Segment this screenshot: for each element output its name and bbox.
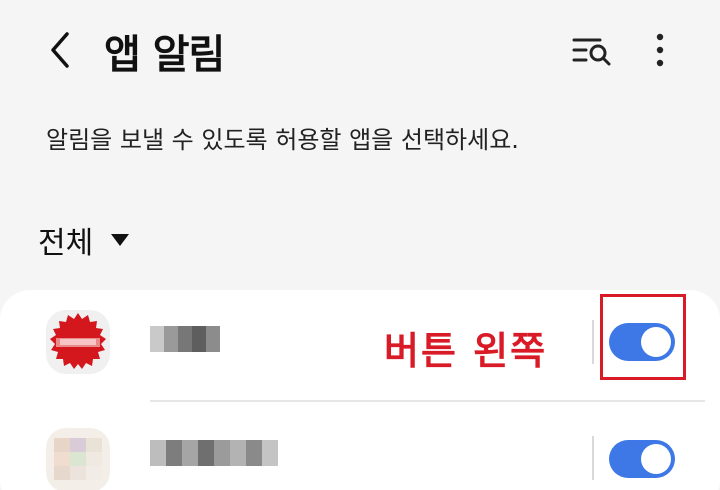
page-title: 앱 알림 <box>104 32 225 78</box>
description-text: 알림을 보낼 수 있도록 허용할 앱을 선택하세요. <box>46 126 519 154</box>
app-name-blurred <box>150 326 220 352</box>
search-button[interactable] <box>566 26 618 74</box>
divider-vertical <box>592 436 594 480</box>
list-item[interactable] <box>0 404 720 490</box>
divider-vertical <box>592 320 594 364</box>
app-name-blurred <box>150 440 278 466</box>
row-divider <box>150 400 705 402</box>
search-list-icon <box>572 38 611 66</box>
notification-toggle[interactable] <box>609 440 675 478</box>
blurred-app-icon <box>46 428 110 490</box>
toggle-knob <box>641 444 671 474</box>
more-options-button[interactable] <box>640 26 680 74</box>
red-seal-app-icon <box>46 310 110 374</box>
dropdown-triangle-icon <box>111 234 130 246</box>
filter-label: 전체 <box>38 226 94 261</box>
list-item[interactable]: 버튼 왼쪽 <box>0 290 720 396</box>
filter-dropdown[interactable]: 전체 <box>38 218 130 262</box>
annotation-highlight-box <box>600 294 686 380</box>
chevron-left-icon <box>51 32 69 68</box>
app-notifications-screen: 앱 알림 알림을 보낼 수 있도록 허용할 앱을 선택하세요. 전체 버튼 왼쪽 <box>0 0 720 490</box>
app-list: 버튼 왼쪽 <box>0 290 720 490</box>
back-button[interactable] <box>36 26 84 74</box>
more-vertical-icon <box>656 33 664 67</box>
annotation-label: 버튼 왼쪽 <box>384 329 548 373</box>
